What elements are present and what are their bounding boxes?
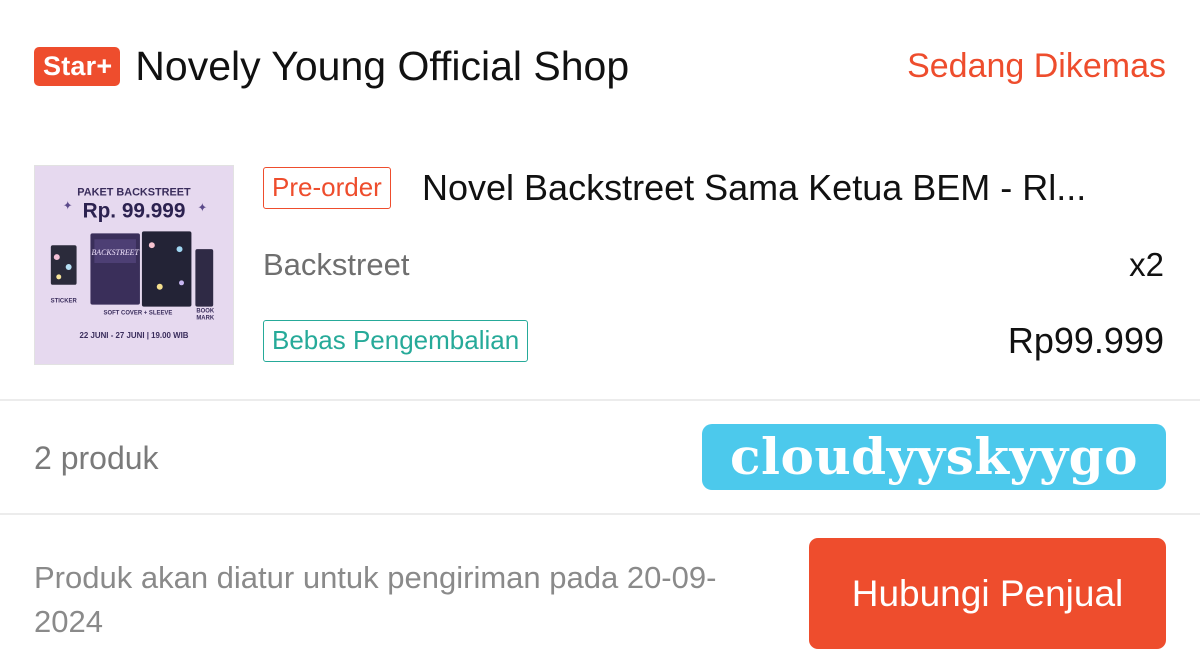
shop-name[interactable]: Novely Young Official Shop (135, 38, 629, 94)
thumb-dates: 22 JUNI - 27 JUNI | 19.00 WIB (80, 331, 189, 340)
shipping-note: Produk akan diatur untuk pengiriman pada… (34, 560, 717, 639)
thumb-label-mark: MARK (196, 315, 215, 321)
thumb-label-sticker: STICKER (51, 299, 78, 305)
product-thumbnail[interactable]: PAKET BACKSTREET Rp. 99.999 ✦ ✦ BACKSTRE… (34, 165, 234, 365)
thumb-cover-title: BACKSTREET (91, 248, 139, 257)
product-quantity: x2 (1129, 246, 1164, 283)
thumb-label-cover: SOFT COVER + SLEEVE (104, 311, 173, 317)
bookmark-graphic (195, 249, 214, 307)
divider (0, 399, 1200, 401)
book-cover-front (141, 231, 192, 307)
sparkle-icon: ✦ (63, 199, 73, 213)
watermark: cloudyyskyygo (702, 424, 1166, 490)
sparkle-icon: ✦ (197, 201, 207, 215)
product-count: 2 produk (34, 440, 159, 476)
product-variant: Backstreet (263, 247, 410, 282)
sticker-graphic (50, 245, 77, 285)
divider (0, 513, 1200, 515)
thumb-price: Rp. 99.999 (83, 199, 186, 222)
free-return-tag: Bebas Pengembalian (263, 320, 529, 362)
thumb-headline: PAKET BACKSTREET (77, 187, 191, 199)
product-title[interactable]: Novel Backstreet Sama Ketua BEM - Rl... (422, 164, 1167, 212)
order-status: Sedang Dikemas (907, 47, 1166, 85)
shop-header: Star+ Novely Young Official Shop Sedang … (34, 38, 1166, 94)
product-price: Rp99.999 (1007, 320, 1164, 361)
thumb-label-book: BOOK (196, 309, 215, 315)
preorder-tag: Pre-order (263, 167, 391, 209)
contact-seller-button[interactable]: Hubungi Penjual (809, 538, 1166, 649)
star-plus-badge: Star+ (34, 46, 121, 86)
